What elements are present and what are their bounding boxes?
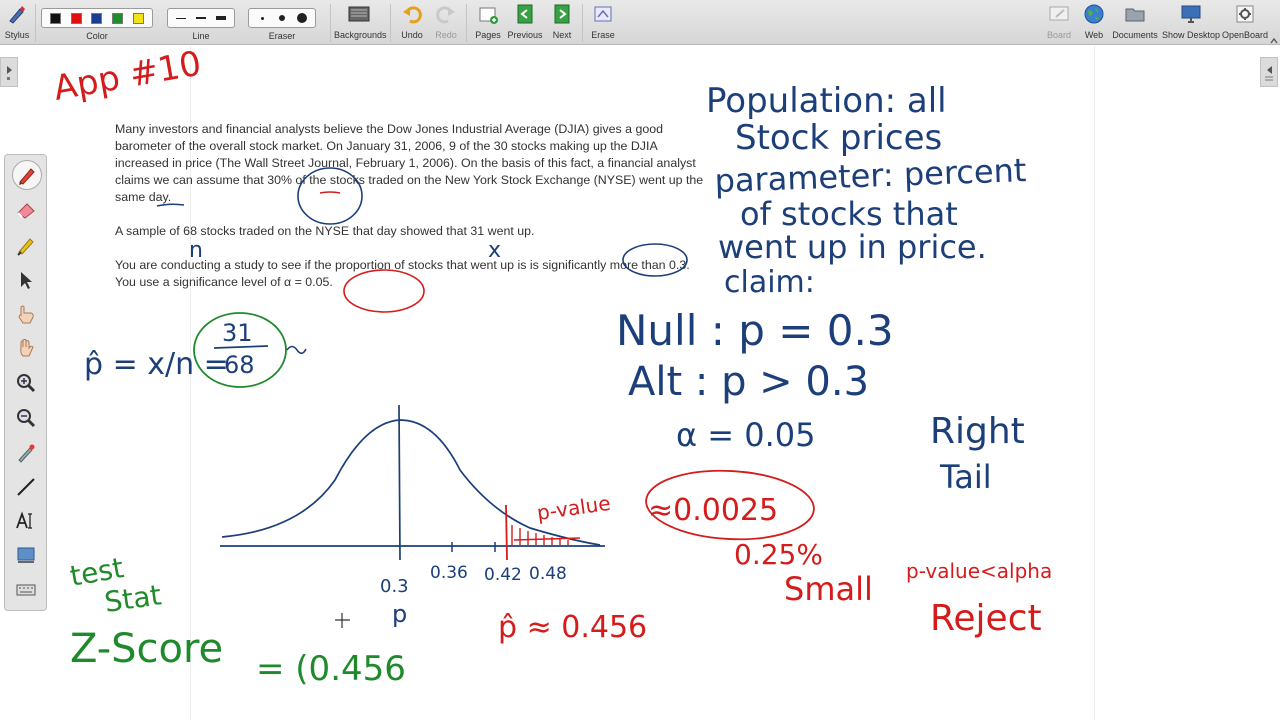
app-number-label: App #10 [51,44,205,109]
shaded-tail [511,525,581,546]
normal-curve [221,419,601,546]
tick-label-03: 0.3 [380,576,409,597]
small-label: Small [784,570,873,608]
pvalue-approx: ≈0.0025 [648,493,778,528]
underline-30-percent [319,191,341,194]
right-label: Right [930,411,1025,452]
p-label: p [392,600,407,628]
fraction-denominator: 68 [224,351,255,379]
percent-value: 0.25% [734,538,823,571]
underline-up [156,203,185,207]
crosshair-cursor-icon [335,613,350,628]
circle-more-than [622,243,688,277]
phat-line [505,504,508,561]
circle-alpha [343,269,425,313]
tick-label-042: 0.42 [484,565,522,585]
stat-label: Stat [102,578,163,619]
population-line: Population: all [706,81,947,121]
reject-label: Reject [930,598,1042,639]
tick-label-048: 0.48 [529,564,567,584]
stock-prices-line: Stock prices [735,118,942,158]
phat-approx-value: p̂ ≈ 0.456 [498,610,647,645]
zscore-label: Z-Score [70,626,223,672]
went-up-line: went up in price. [718,228,987,266]
null-hypothesis: Null : p = 0.3 [616,306,894,355]
ink-layer: App #10 n x p̂ = x/n = 31 68 Population:… [51,44,1053,689]
circle-30-percent [297,167,363,225]
tick-label-036: 0.36 [430,563,468,583]
n-label: n [189,238,203,263]
pvalue-label: p-value [535,491,612,525]
alpha-value: α = 0.05 [676,416,816,454]
x-label: x [488,238,501,263]
parameter-line: parameter: percent [714,151,1027,200]
fraction-numerator: 31 [222,319,253,347]
pvalue-lt-alpha: p-value<alpha [906,559,1052,583]
approx-mark [286,345,307,355]
mean-line [398,404,401,561]
alt-hypothesis: Alt : p > 0.3 [628,359,869,405]
tail-label: Tail [939,458,992,496]
z-value: = (0.456 [256,649,406,689]
claim-line: claim: [724,265,815,300]
